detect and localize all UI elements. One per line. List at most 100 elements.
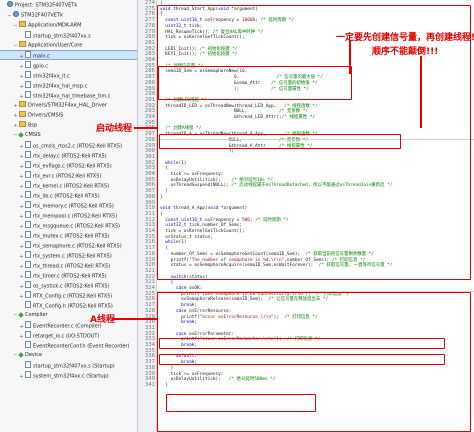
expand-icon[interactable]: + xyxy=(19,213,24,220)
expand-icon[interactable]: + xyxy=(19,83,24,90)
tree-item[interactable]: + main.c xyxy=(0,50,137,60)
tree-item[interactable]: − Application/MDK-ARM xyxy=(0,21,137,30)
tree-item[interactable]: + RTX_Config.c (RTOS2:Keil RTX5) xyxy=(0,291,137,300)
folder-icon xyxy=(19,111,26,117)
tree-item-label: Bsp xyxy=(28,122,38,129)
file-icon xyxy=(25,161,31,168)
tree-item[interactable]: + stm32f4xx_hal_timebase_tim.c xyxy=(0,91,137,100)
tree-item[interactable]: + rtx_lib.c (RTOS2:Keil RTX5) xyxy=(0,191,137,200)
start-thread-connector xyxy=(134,127,157,129)
expand-icon[interactable]: + xyxy=(19,223,24,230)
expand-icon[interactable]: + xyxy=(19,263,24,270)
tree-item[interactable]: RTX_Config.h (RTOS2:Keil RTX5) xyxy=(0,301,137,310)
tree-item[interactable]: + retarget_io.c (I/O:STDOUT) xyxy=(0,331,137,340)
gear-icon xyxy=(7,1,13,7)
tree-item[interactable]: − Application/User/Core xyxy=(0,41,137,50)
tree-item-label: rtx_evflags.c (RTOS2:Keil RTX5) xyxy=(33,163,112,170)
tree-item[interactable]: + rtx_mempool.c (RTOS2:Keil RTX5) xyxy=(0,211,137,220)
expand-icon[interactable]: + xyxy=(19,193,24,200)
gear-icon xyxy=(13,11,19,17)
tree-item[interactable]: + EventRecorder.c (Compiler) xyxy=(0,321,137,330)
tree-item-label: main.c xyxy=(33,53,50,60)
expand-icon[interactable]: + xyxy=(19,183,24,190)
file-icon xyxy=(25,91,31,98)
expand-icon[interactable]: + xyxy=(19,373,24,380)
file-icon xyxy=(25,301,31,308)
expand-icon[interactable]: + xyxy=(19,323,24,330)
expand-icon[interactable]: + xyxy=(19,333,24,340)
file-icon xyxy=(25,291,31,298)
expand-icon[interactable]: + xyxy=(19,203,24,210)
expand-icon[interactable]: + xyxy=(13,102,18,110)
tree-item[interactable]: + rtx_thread.c (RTOS2:Keil RTX5) xyxy=(0,261,137,270)
tree-item[interactable]: EventRecorderConf.h (Event Recorder) xyxy=(0,341,137,349)
file-icon xyxy=(25,181,31,188)
tree-item[interactable]: startup_stm32f407xx.s xyxy=(0,31,137,39)
tree-item-label: gpio.c xyxy=(33,63,49,70)
tree-item[interactable]: + rtx_timer.c (RTOS2:Keil RTX5) xyxy=(0,271,137,280)
tree-item[interactable]: + rtx_semaphore.c (RTOS2:Keil RTX5) xyxy=(0,241,137,250)
expand-icon[interactable]: + xyxy=(19,93,24,100)
file-icon xyxy=(25,31,31,38)
tree-item[interactable]: startup_stm32f407xx.s (Startup) xyxy=(0,361,137,369)
diamond-icon xyxy=(18,131,24,138)
note-connector-2 xyxy=(420,56,422,128)
tree-item[interactable]: + os_cmsis_rtos2.c (RTOS2:Keil RTX5) xyxy=(0,141,137,150)
tree-item-label: rtx_msgqueue.c (RTOS2:Keil RTX5) xyxy=(33,223,121,230)
tree-item[interactable]: + os_systick.c (RTOS2:Keil RTX5) xyxy=(0,281,137,290)
expand-icon[interactable]: + xyxy=(19,293,24,300)
tree-item[interactable]: + Drivers/CMSIS xyxy=(0,111,137,120)
file-icon xyxy=(25,141,31,148)
expand-icon[interactable]: + xyxy=(19,173,24,180)
tree-item-label: rtx_kernel.c (RTOS2:Keil RTX5) xyxy=(33,183,110,190)
tree-item-label: Project: STM32F407VETk xyxy=(15,2,78,9)
tree-item[interactable]: + rtx_evr.c (RTOS2:Keil RTX5) xyxy=(0,171,137,180)
tree-item-label: rtx_lib.c (RTOS2:Keil RTX5) xyxy=(33,193,100,200)
tree-item-label: rtx_memory.c (RTOS2:Keil RTX5) xyxy=(33,203,114,210)
release-highlight xyxy=(166,394,316,412)
tree-item[interactable]: + gpio.c xyxy=(0,61,137,70)
expand-icon[interactable]: + xyxy=(19,143,24,150)
expand-icon[interactable]: + xyxy=(19,243,24,250)
file-icon xyxy=(25,81,31,88)
thread-create-highlight xyxy=(159,134,401,149)
folder-icon xyxy=(19,121,26,127)
tree-item[interactable]: Project: STM32F407VETk xyxy=(0,1,137,9)
tree-item[interactable]: + rtx_msgqueue.c (RTOS2:Keil RTX5) xyxy=(0,221,137,230)
tree-item[interactable]: − STM32F407VETk xyxy=(0,11,137,20)
tree-item[interactable]: + rtx_evflags.c (RTOS2:Keil RTX5) xyxy=(0,161,137,170)
expand-icon[interactable]: + xyxy=(13,112,18,120)
tree-item[interactable]: + rtx_delay.c (RTOS2:Keil RTX5) xyxy=(0,151,137,160)
tree-item[interactable]: + rtx_mutex.c (RTOS2:Keil RTX5) xyxy=(0,231,137,240)
code-text: { xyxy=(160,280,174,286)
line-number-gutter: 274 275 276 277 278 279 280 281 282 283 284 285 286 2… xyxy=(138,0,157,432)
collapse-icon[interactable]: − xyxy=(13,22,18,30)
collapse-icon[interactable]: − xyxy=(13,42,18,50)
expand-icon[interactable]: + xyxy=(13,122,18,130)
expand-icon[interactable]: + xyxy=(19,73,24,80)
code-editor[interactable]: 274 275 276 277 278 279 280 281 282 283 284 285 286 2… xyxy=(138,0,474,432)
tree-item[interactable]: + rtx_memory.c (RTOS2:Keil RTX5) xyxy=(0,201,137,210)
collapse-icon[interactable]: − xyxy=(7,12,12,20)
tree-item[interactable]: + rtx_system.c (RTOS2:Keil RTX5) xyxy=(0,251,137,260)
tree-item[interactable]: + stm32f4xx_hal_msp.c xyxy=(0,81,137,90)
tree-item[interactable]: + system_stm32f4xx.c (Startup) xyxy=(0,371,137,380)
expand-icon[interactable]: + xyxy=(19,273,24,280)
expand-icon[interactable]: + xyxy=(19,233,24,240)
expand-icon[interactable]: + xyxy=(19,63,24,70)
expand-icon[interactable]: + xyxy=(19,153,24,160)
tree-item-label: stm32f4xx_hal_timebase_tim.c xyxy=(33,93,111,100)
expand-icon[interactable]: + xyxy=(19,283,24,290)
tree-item[interactable]: + Drivers/STM32F4xx_HAL_Driver xyxy=(0,101,137,110)
tree-item[interactable]: − Device xyxy=(0,351,137,359)
tree-item-label: Application/MDK-ARM xyxy=(28,22,82,29)
expand-icon[interactable]: + xyxy=(19,53,24,60)
tree-item[interactable]: + stm32f4xx_it.c xyxy=(0,71,137,80)
tree-item[interactable]: + rtx_kernel.c (RTOS2:Keil RTX5) xyxy=(0,181,137,190)
expand-icon[interactable]: + xyxy=(19,163,24,170)
tree-item-label: RTX_Config.h (RTOS2:Keil RTX5) xyxy=(33,303,113,310)
expand-icon[interactable]: + xyxy=(19,253,24,260)
tree-item-label: rtx_evr.c (RTOS2:Keil RTX5) xyxy=(33,173,102,180)
file-icon xyxy=(25,171,31,178)
tree-item-label: stm32f4xx_it.c xyxy=(33,73,70,80)
